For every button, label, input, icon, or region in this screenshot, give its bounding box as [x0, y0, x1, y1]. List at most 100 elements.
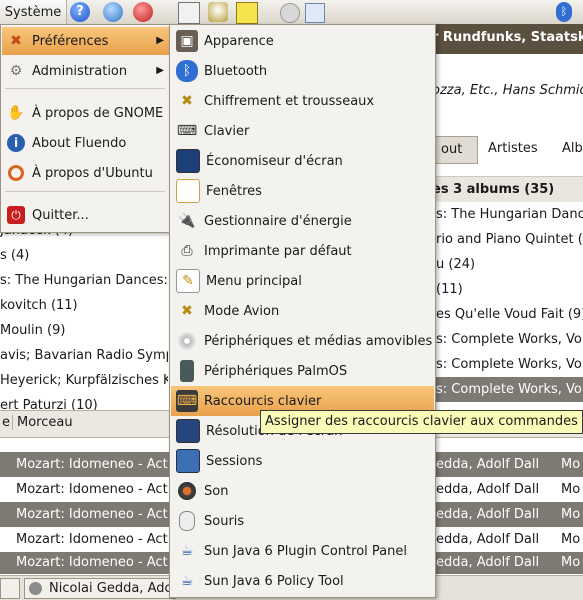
taskbar-window-button[interactable]: Nicolai Gedda, Ado	[24, 578, 176, 599]
java-icon: ☕	[180, 573, 194, 589]
screensaver-icon	[176, 149, 200, 173]
show-desktop-button[interactable]	[0, 578, 20, 599]
printer-icon: ⎙	[181, 243, 193, 259]
screenshot-applet-icon[interactable]	[305, 3, 325, 23]
menu-item-java-policy[interactable]: ☕ Sun Java 6 Policy Tool	[171, 566, 434, 596]
menu-item-palmos[interactable]: Périphériques PalmOS	[171, 356, 434, 386]
list-item[interactable]: s: Complete Works, Vol. 3	[436, 327, 583, 352]
menu-item-label: About Fluendo	[32, 135, 127, 151]
track-artist: edda, Adolf Dall	[436, 507, 540, 522]
now-playing-title: r Rundfunks, Staatsk	[432, 30, 583, 45]
chevron-right-icon: ▶	[156, 35, 164, 46]
menu-item-label: Gestionnaire d'énergie	[204, 213, 352, 229]
tooltip: Assigner des raccourcis clavier aux comm…	[260, 410, 583, 434]
list-item[interactable]: Moulin (9)	[0, 318, 168, 343]
list-item[interactable]: Heyerick; Kurpfälzisches Ka	[0, 368, 168, 393]
appearance-icon: ▣	[176, 30, 198, 52]
windows-icon	[176, 179, 200, 203]
menu-item-administration[interactable]: ⚙ Administration ▶	[2, 57, 170, 85]
track-album: Mo	[561, 532, 581, 547]
track-title: Mozart: Idomeneo - Act	[16, 555, 168, 570]
list-item[interactable]: s: The Hungarian Dance	[436, 202, 583, 227]
gnome-foot-icon: ✋	[7, 105, 25, 121]
menu-item-about-fluendo[interactable]: i About Fluendo	[2, 129, 170, 157]
text-editor-icon[interactable]	[178, 2, 200, 24]
menu-item-label: Périphériques et médias amovibles	[204, 333, 433, 349]
menu-item-imprimante[interactable]: ⎙ Imprimante par défaut	[171, 236, 434, 266]
column-header[interactable]: e	[2, 415, 10, 430]
menu-item-sessions[interactable]: Sessions	[171, 446, 434, 476]
menu-item-label: Périphériques PalmOS	[204, 363, 348, 379]
menu-item-quit[interactable]: ⏻ Quitter...	[2, 201, 170, 229]
menu-item-son[interactable]: Son	[171, 476, 434, 506]
track-album: Mo	[561, 555, 581, 570]
menu-item-energie[interactable]: 🔌 Gestionnaire d'énergie	[171, 206, 434, 236]
menu-item-clavier[interactable]: ⌨ Clavier	[171, 116, 434, 146]
menu-item-label: Chiffrement et trousseaux	[204, 93, 375, 109]
tab-albums[interactable]: Alb	[552, 136, 583, 162]
now-playing-subtitle: ozza, Etc., Hans Schmid	[432, 83, 583, 98]
menu-item-bluetooth[interactable]: ᛒ Bluetooth	[171, 56, 434, 86]
list-item[interactable]: es Qu'elle Voud Fait (9)	[436, 302, 583, 327]
tab-albums-info[interactable]: out	[430, 136, 478, 164]
track-artist: edda, Adolf Dall	[436, 482, 540, 497]
list-item[interactable]: (11)	[436, 277, 583, 302]
taskbar-window-label: Nicolai Gedda, Ado	[49, 581, 173, 596]
track-album: Mo	[561, 507, 581, 522]
menu-item-label: Bluetooth	[204, 63, 268, 79]
terminal-icon[interactable]	[208, 2, 228, 22]
mouse-icon	[176, 510, 198, 532]
menu-item-label: Préférences	[32, 33, 109, 49]
menu-item-fenetres[interactable]: Fenêtres	[171, 176, 434, 206]
help-icon[interactable]: ?	[70, 2, 90, 22]
menu-item-label: Apparence	[204, 33, 274, 49]
list-item[interactable]: s: Complete Works, Vol. 5	[436, 352, 583, 377]
list-item[interactable]: rio and Piano Quintet (4	[436, 227, 583, 252]
menu-item-java-plugin[interactable]: ☕ Sun Java 6 Plugin Control Panel	[171, 536, 434, 566]
chevron-right-icon: ▶	[156, 65, 164, 76]
menu-item-label: Son	[204, 483, 229, 499]
list-item[interactable]: s (4)	[0, 243, 168, 268]
menu-item-label: Imprimante par défaut	[204, 243, 352, 259]
sound-icon	[176, 480, 198, 502]
menu-item-label: À propos de GNOME	[32, 105, 164, 121]
list-item[interactable]: s: The Hungarian Dances: K	[0, 268, 168, 293]
notes-icon[interactable]	[236, 2, 258, 24]
menu-item-chiffrement[interactable]: ✖ Chiffrement et trousseaux	[171, 86, 434, 116]
menu-item-apparence[interactable]: ▣ Apparence	[171, 26, 434, 56]
menu-item-preferences[interactable]: ✖ Préférences ▶	[2, 27, 170, 55]
menu-item-label: Souris	[204, 513, 245, 529]
track-title: Mozart: Idomeneo - Act	[16, 532, 168, 547]
bluetooth-tray-icon[interactable]: ᛒ	[556, 2, 572, 22]
airplane-mode-icon: ✖	[181, 303, 193, 319]
list-item[interactable]: es 3 albums (35)	[432, 177, 583, 202]
list-item-selected[interactable]: s: Complete Works, Vol. 9	[436, 377, 583, 402]
settings-applet-icon[interactable]	[280, 3, 300, 23]
power-manager-icon: 🔌	[178, 213, 196, 229]
list-item[interactable]: avis; Bavarian Radio Symph	[0, 343, 168, 368]
media-player-icon[interactable]	[133, 2, 153, 22]
track-title: Mozart: Idomeneo - Act	[16, 457, 168, 472]
menu-item-souris[interactable]: Souris	[171, 506, 434, 536]
menu-item-about-gnome[interactable]: ✋ À propos de GNOME	[2, 99, 170, 127]
menu-item-mode-avion[interactable]: ✖ Mode Avion	[171, 296, 434, 326]
column-header-morceau[interactable]: Morceau	[12, 415, 73, 430]
tab-artistes[interactable]: Artistes	[478, 136, 548, 162]
menu-item-menu-principal[interactable]: ✎ Menu principal	[171, 266, 434, 296]
menu-separator	[5, 88, 165, 89]
track-artist: edda, Adolf Dall	[436, 532, 540, 547]
systeme-menu-button[interactable]: Système	[0, 0, 67, 24]
menu-item-economiseur[interactable]: Économiseur d'écran	[171, 146, 434, 176]
java-icon: ☕	[180, 543, 194, 559]
menu-item-label: Raccourcis clavier	[204, 393, 322, 409]
web-browser-icon[interactable]	[103, 2, 123, 22]
menu-item-label: Sessions	[206, 453, 263, 469]
bluetooth-icon: ᛒ	[176, 60, 198, 82]
menu-item-label: Sun Java 6 Policy Tool	[204, 573, 344, 589]
list-item[interactable]: u (24)	[436, 252, 583, 277]
menu-item-peripheriques-medias[interactable]: Périphériques et médias amovibles	[171, 326, 434, 356]
menu-item-label: Sun Java 6 Plugin Control Panel	[204, 543, 407, 559]
menu-item-about-ubuntu[interactable]: À propos d'Ubuntu	[2, 159, 170, 187]
keyboard-icon: ⌨	[176, 123, 198, 139]
list-item[interactable]: kovitch (11)	[0, 293, 168, 318]
